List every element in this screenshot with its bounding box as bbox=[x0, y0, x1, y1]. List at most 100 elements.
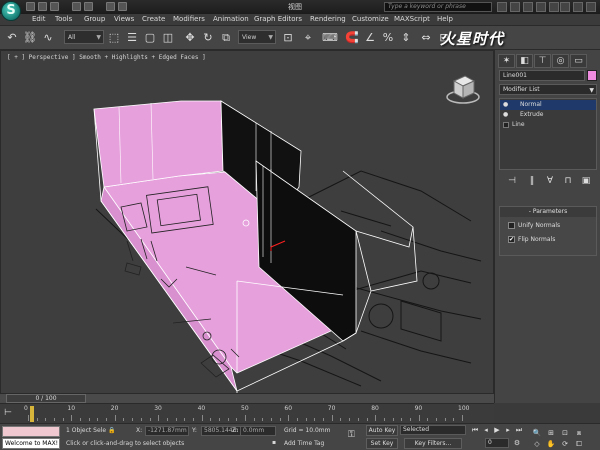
lock-selection-icon[interactable]: 🔒 bbox=[108, 427, 115, 434]
current-frame-field[interactable]: 0 bbox=[485, 438, 509, 448]
menu-maxscript[interactable]: MAXScript bbox=[394, 15, 430, 23]
go-to-end-icon[interactable]: ⏭ bbox=[514, 425, 524, 435]
play-icon[interactable]: ▶ bbox=[492, 425, 502, 435]
selection-filter-dropdown[interactable]: All ▼ bbox=[64, 30, 104, 44]
angle-snap-icon[interactable]: ∠ bbox=[362, 30, 378, 46]
rect-region-icon[interactable]: ▢ bbox=[142, 30, 158, 46]
orbit-icon[interactable]: ⟳ bbox=[560, 439, 570, 449]
window-crossing-icon[interactable]: ◫ bbox=[160, 30, 176, 46]
auto-key-button[interactable]: Auto Key bbox=[366, 425, 398, 436]
new-file-icon[interactable] bbox=[26, 2, 35, 11]
pan-icon[interactable]: ✋ bbox=[546, 439, 556, 449]
minimize-button[interactable] bbox=[560, 2, 570, 12]
favorites-icon[interactable] bbox=[536, 2, 546, 12]
link-icon[interactable]: ⛓ bbox=[22, 30, 38, 46]
zoom-extents-all-icon[interactable]: ⧈ bbox=[574, 428, 584, 438]
maximize-button[interactable] bbox=[573, 2, 583, 12]
modify-tab-icon[interactable]: ◧ bbox=[516, 54, 533, 68]
snap-icon[interactable]: 🧲 bbox=[344, 30, 360, 46]
menu-modifiers[interactable]: Modifiers bbox=[173, 15, 205, 23]
select-manipulate-icon[interactable]: ⌖ bbox=[300, 30, 316, 46]
frame-counter[interactable]: 0 / 100 bbox=[6, 394, 86, 403]
menu-rendering[interactable]: Rendering bbox=[310, 15, 346, 23]
key-icon[interactable]: ⚿ bbox=[348, 430, 355, 440]
rotate-icon[interactable]: ↻ bbox=[200, 30, 216, 46]
menu-graph-editors[interactable]: Graph Editors bbox=[254, 15, 302, 23]
display-tab-icon[interactable]: ▭ bbox=[570, 54, 587, 68]
auto-key-mode-dropdown[interactable]: Selected bbox=[400, 425, 466, 435]
menu-create[interactable]: Create bbox=[142, 15, 165, 23]
time-slider[interactable]: 0 / 100 bbox=[0, 393, 494, 403]
undo-icon[interactable]: ↶ bbox=[4, 30, 20, 46]
communication-icon[interactable] bbox=[523, 2, 533, 12]
open-file-icon[interactable] bbox=[38, 2, 47, 11]
object-color-swatch[interactable] bbox=[587, 70, 597, 81]
spinner-snap-icon[interactable]: ⇕ bbox=[398, 30, 414, 46]
keyboard-shortcut-icon[interactable]: ⌨ bbox=[322, 30, 338, 46]
hold-icon[interactable] bbox=[106, 2, 115, 11]
modifier-list-dropdown[interactable]: Modifier List ▼ bbox=[499, 84, 597, 95]
search-icon[interactable] bbox=[497, 2, 507, 12]
z-coordinate-field[interactable]: 0.0mm bbox=[240, 426, 276, 436]
motion-tab-icon[interactable]: ◎ bbox=[552, 54, 569, 68]
bulb-icon[interactable]: ● bbox=[503, 100, 508, 110]
previous-frame-icon[interactable]: ◂ bbox=[481, 425, 491, 435]
viewcube-icon[interactable] bbox=[445, 71, 481, 107]
track-bar[interactable]: ⊢ 0 10 20 30 40 50 60 70 80 90 100 bbox=[0, 403, 494, 423]
time-tag-icon[interactable]: ▪ bbox=[272, 439, 276, 446]
undo-quick-icon[interactable] bbox=[72, 2, 81, 11]
percent-snap-icon[interactable]: % bbox=[380, 30, 396, 46]
parameters-header[interactable]: - Parameters bbox=[500, 207, 596, 217]
search-input[interactable]: Type a keyword or phrase bbox=[384, 2, 492, 12]
menu-group[interactable]: Group bbox=[84, 15, 105, 23]
make-unique-icon[interactable]: ∀ bbox=[543, 175, 557, 187]
save-file-icon[interactable] bbox=[50, 2, 59, 11]
x-coordinate-field[interactable]: -1271.87mm bbox=[145, 426, 189, 436]
menu-animation[interactable]: Animation bbox=[213, 15, 249, 23]
expand-box-icon[interactable] bbox=[503, 122, 509, 128]
select-by-name-icon[interactable]: ☰ bbox=[124, 30, 140, 46]
create-tab-icon[interactable]: ✶ bbox=[498, 54, 515, 68]
remove-modifier-icon[interactable]: ⊓ bbox=[561, 175, 575, 187]
maximize-viewport-icon[interactable]: ⧠ bbox=[574, 439, 584, 449]
menu-customize[interactable]: Customize bbox=[352, 15, 389, 23]
scale-icon[interactable]: ⧉ bbox=[218, 30, 234, 46]
flip-normals-checkbox[interactable]: ✔ bbox=[508, 236, 515, 243]
reference-coord-dropdown[interactable]: View ▼ bbox=[238, 30, 276, 44]
fetch-icon[interactable] bbox=[118, 2, 127, 11]
show-end-result-icon[interactable]: ‖ bbox=[525, 175, 539, 187]
stack-item-extrude[interactable]: ● Extrude bbox=[500, 110, 596, 120]
zoom-icon[interactable]: 🔍 bbox=[532, 428, 542, 438]
pivot-icon[interactable]: ⊡ bbox=[280, 30, 296, 46]
perspective-viewport[interactable]: [ + ] Perspective ] Smooth + Highlights … bbox=[0, 50, 494, 403]
close-button[interactable] bbox=[586, 2, 596, 12]
stack-item-normal[interactable]: ● Normal bbox=[500, 100, 596, 110]
mirror-icon[interactable]: ⇔ bbox=[418, 30, 434, 46]
zoom-all-icon[interactable]: ⊞ bbox=[546, 428, 556, 438]
select-icon[interactable]: ⬚ bbox=[106, 30, 122, 46]
zoom-extents-icon[interactable]: ⊡ bbox=[560, 428, 570, 438]
field-of-view-icon[interactable]: ◇ bbox=[532, 439, 542, 449]
next-frame-icon[interactable]: ▸ bbox=[503, 425, 513, 435]
pin-stack-icon[interactable]: ⊣ bbox=[505, 175, 519, 187]
move-icon[interactable]: ✥ bbox=[182, 30, 198, 46]
menu-tools[interactable]: Tools bbox=[55, 15, 72, 23]
unify-normals-option[interactable]: Unify Normals bbox=[508, 221, 560, 231]
set-key-button[interactable]: Set Key bbox=[366, 438, 398, 449]
unify-normals-checkbox[interactable] bbox=[508, 222, 515, 229]
hierarchy-tab-icon[interactable]: ⊤ bbox=[534, 54, 551, 68]
subscription-icon[interactable] bbox=[510, 2, 520, 12]
add-time-tag[interactable]: Add Time Tag bbox=[284, 440, 324, 447]
key-filters-button[interactable]: Key Filters... bbox=[404, 438, 462, 449]
viewport-label[interactable]: [ + ] Perspective ] Smooth + Highlights … bbox=[7, 54, 206, 61]
y-coordinate-field[interactable]: 5805.144m bbox=[201, 426, 245, 436]
help-icon[interactable] bbox=[549, 2, 559, 12]
bind-icon[interactable]: ∿ bbox=[40, 30, 56, 46]
maxscript-listener-mini[interactable] bbox=[2, 426, 60, 437]
menu-help[interactable]: Help bbox=[437, 15, 453, 23]
configure-sets-icon[interactable]: ▣ bbox=[579, 175, 593, 187]
stack-item-line[interactable]: Line bbox=[500, 120, 596, 130]
redo-quick-icon[interactable] bbox=[84, 2, 93, 11]
time-config-icon[interactable]: ⚙ bbox=[512, 438, 522, 448]
bulb-icon[interactable]: ● bbox=[503, 110, 508, 120]
